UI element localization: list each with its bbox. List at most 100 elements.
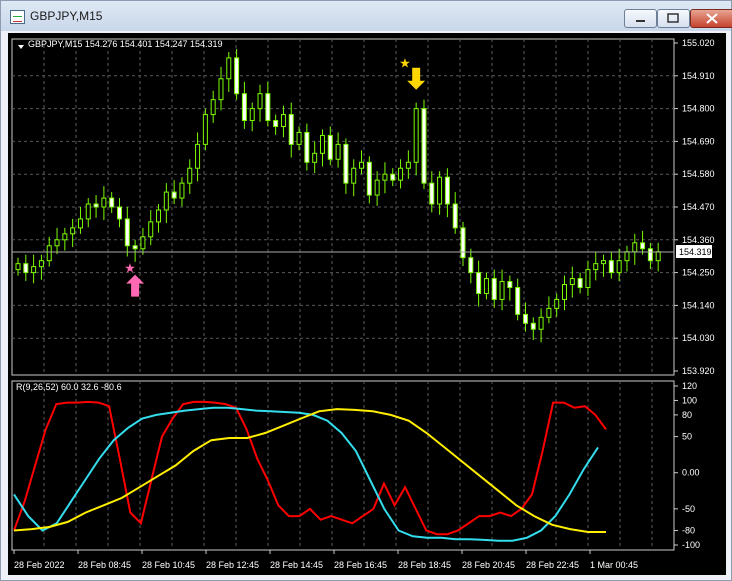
candle	[85, 203, 91, 220]
time-axis-label: 28 Feb 12:45	[206, 560, 259, 570]
candle	[273, 120, 279, 127]
minimize-button[interactable]	[624, 9, 657, 28]
candle	[374, 179, 380, 196]
chart-menu-arrow-icon	[18, 45, 24, 49]
chart-header: GBPJPY,M15 154.276 154.401 154.247 154.3…	[28, 39, 223, 49]
candle	[62, 233, 68, 241]
candle	[257, 93, 263, 110]
candle	[632, 242, 638, 253]
candle	[554, 298, 560, 309]
indicator-axis-label: -100	[682, 540, 700, 550]
candle	[483, 278, 489, 294]
chart-window: GBPJPY,M15 155.020 154.910 154.800 154.690 1…	[0, 0, 732, 581]
candle	[601, 260, 607, 265]
close-button[interactable]	[690, 9, 732, 28]
indicator-axis-label: 50	[682, 432, 692, 442]
time-axis-label: 28 Feb 2022	[14, 560, 65, 570]
candle	[312, 152, 318, 163]
price-axis-label: 154.250	[682, 268, 715, 278]
indicator-axis-label: 0.00	[682, 468, 700, 478]
price-axis-label: 154.470	[682, 202, 715, 212]
price-axis-label: 154.690	[682, 136, 715, 146]
candle	[624, 251, 630, 262]
pink-up-arrow-icon	[126, 274, 145, 297]
candle	[405, 161, 411, 169]
candle	[218, 78, 224, 101]
candle	[38, 260, 44, 268]
candle	[366, 161, 372, 196]
price-chart[interactable]: 155.020 154.910 154.800 154.690 154.580 154.4…	[8, 33, 726, 575]
chart-area[interactable]: 155.020 154.910 154.800 154.690 154.580 154.4…	[8, 33, 726, 575]
price-axis-label: 153.920	[682, 366, 715, 376]
candle	[116, 206, 122, 220]
price-axis-label: 154.910	[682, 71, 715, 81]
maximize-icon	[667, 13, 679, 23]
indicator-axis-label: 80	[682, 410, 692, 420]
candle	[585, 269, 591, 289]
candle	[210, 99, 216, 116]
maximize-button[interactable]	[657, 9, 690, 28]
indicator-pane-border	[11, 380, 675, 551]
candle	[437, 176, 443, 205]
candle	[359, 161, 365, 169]
candle	[530, 322, 536, 330]
candle	[647, 248, 653, 262]
indicator-line-red	[13, 400, 607, 536]
candle	[421, 108, 427, 184]
candle	[280, 114, 286, 127]
candle	[429, 182, 435, 205]
candle	[195, 143, 201, 169]
chart-window-icon	[10, 10, 25, 24]
candle	[640, 242, 646, 250]
price-axis-label: 154.800	[682, 104, 715, 114]
window-title: GBPJPY,M15	[30, 9, 103, 23]
candle	[515, 287, 521, 315]
candle	[179, 182, 185, 199]
candle	[476, 272, 482, 294]
candle	[343, 143, 349, 184]
candle	[444, 176, 450, 205]
time-axis-label: 28 Feb 16:45	[334, 560, 387, 570]
candle	[327, 134, 333, 160]
candle	[163, 191, 169, 211]
candle	[70, 227, 76, 235]
candle	[296, 131, 302, 145]
candle	[101, 197, 107, 208]
price-axis-label: 154.140	[682, 300, 715, 310]
candle	[288, 114, 294, 145]
candle	[468, 257, 474, 274]
time-axis-label: 28 Feb 18:45	[398, 560, 451, 570]
candle	[655, 251, 661, 262]
time-axis-label: 28 Feb 08:45	[78, 560, 131, 570]
price-axis-label: 155.020	[682, 38, 715, 48]
candle	[77, 218, 83, 229]
candle	[54, 239, 60, 247]
star-icon: ★	[124, 261, 136, 276]
candle	[577, 278, 583, 289]
candle	[124, 218, 130, 247]
minimize-icon	[636, 20, 645, 22]
candle	[23, 263, 29, 274]
indicator-axis-label: 100	[682, 395, 697, 405]
candle	[335, 143, 341, 160]
current-price-label: 154.319	[679, 247, 712, 257]
candle	[304, 131, 310, 163]
time-axis-label: 1 Mar 00:45	[590, 560, 638, 570]
candle	[226, 57, 232, 80]
candle	[319, 134, 325, 154]
candle	[249, 108, 255, 122]
price-axis-label: 154.580	[682, 169, 715, 179]
candle	[46, 245, 52, 262]
candle	[93, 203, 99, 208]
candle	[522, 313, 528, 324]
candle	[398, 167, 404, 181]
candle	[452, 203, 458, 229]
indicator-line-cyan	[13, 406, 599, 542]
candle	[499, 281, 505, 300]
candle	[265, 93, 271, 122]
candle	[187, 167, 193, 184]
candle	[140, 236, 146, 250]
title-bar[interactable]: GBPJPY,M15	[1, 1, 732, 31]
candle	[156, 209, 162, 223]
price-axis-label: 154.030	[682, 333, 715, 343]
